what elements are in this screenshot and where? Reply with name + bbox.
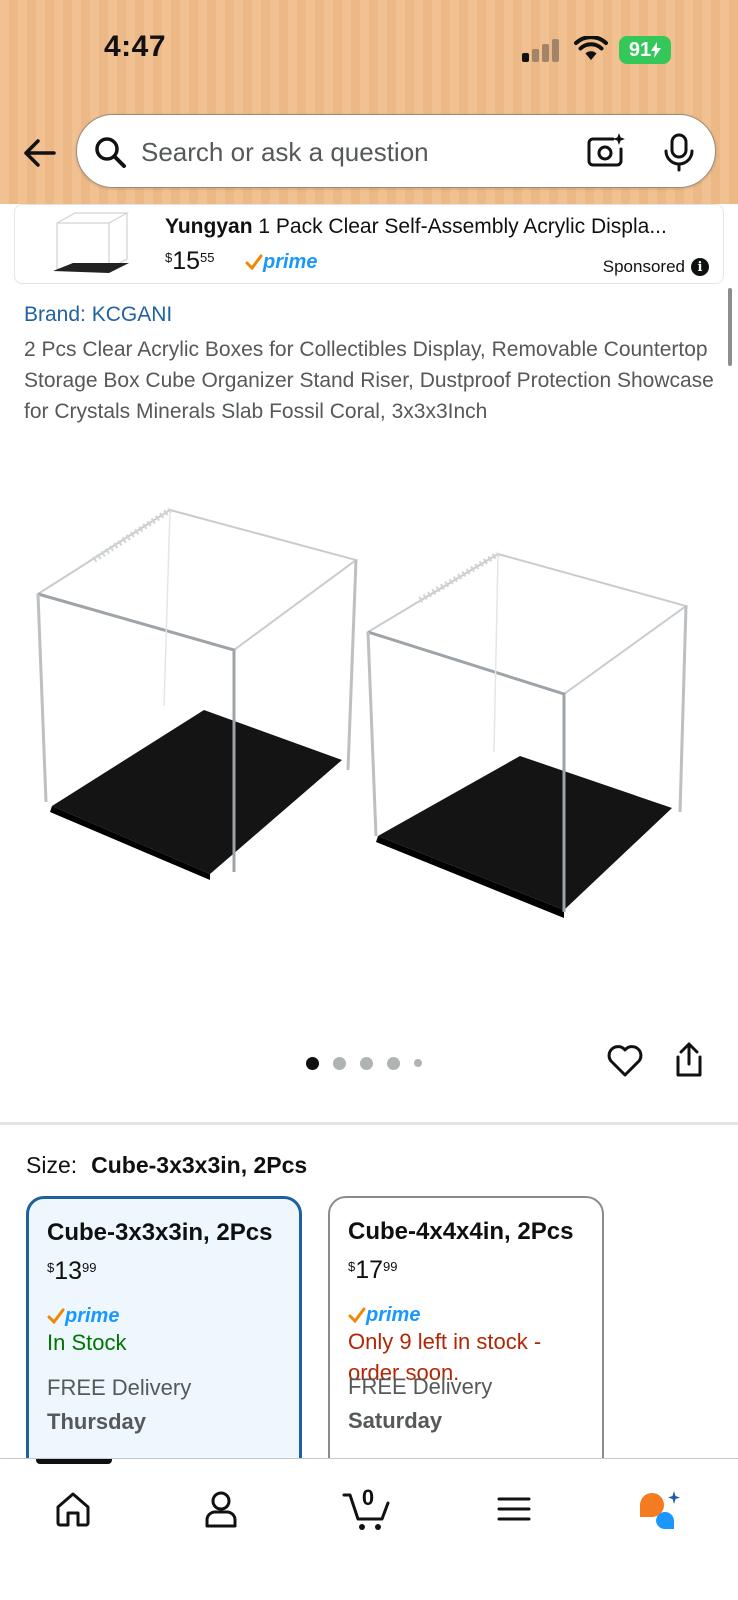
home-icon[interactable] <box>54 1489 92 1529</box>
microphone-icon[interactable] <box>661 131 697 173</box>
price-whole: 15 <box>172 247 201 275</box>
delivery-day: Saturday <box>348 1408 443 1433</box>
carousel-dot[interactable] <box>360 1056 373 1070</box>
carousel-dot[interactable] <box>306 1056 319 1070</box>
carousel-dot[interactable] <box>387 1056 400 1070</box>
search-icon <box>95 137 126 168</box>
prime-badge: prime <box>47 1305 119 1328</box>
cart-count: 0 <box>361 1485 375 1510</box>
scrollbar[interactable] <box>728 288 732 366</box>
price-currency: $ <box>165 250 173 265</box>
price-fraction: 99 <box>383 1259 398 1274</box>
stock-status: In Stock <box>47 1330 127 1355</box>
selected-size: Cube-3x3x3in, 2Pcs <box>91 1152 308 1178</box>
bottom-nav: 0 <box>0 1458 738 1600</box>
size-selector-label: Size: Cube-3x3x3in, 2Pcs <box>26 1152 307 1179</box>
size-option-name: Cube-3x3x3in, 2Pcs <box>47 1219 273 1246</box>
prime-label: prime <box>65 1305 120 1327</box>
status-time: 4:47 <box>104 30 167 63</box>
back-arrow-icon[interactable] <box>20 133 60 173</box>
prime-label: prime <box>263 251 318 273</box>
delivery-day: Thursday <box>47 1409 147 1434</box>
sponsored-title-text: 1 Pack Clear Self-Assembly Acrylic Displ… <box>258 215 667 238</box>
delivery-text: FREE Delivery <box>47 1375 192 1400</box>
image-carousel-dots[interactable] <box>306 1055 422 1071</box>
info-icon[interactable]: i <box>691 258 709 276</box>
left-cube-graphic <box>35 507 359 880</box>
prime-check-icon <box>348 1307 366 1324</box>
product-image[interactable] <box>24 480 714 960</box>
battery-indicator: 91 <box>619 36 671 64</box>
size-option-cube-3x3x3[interactable]: Cube-3x3x3in, 2Pcs $1399 prime In Stock … <box>26 1196 302 1476</box>
carousel-dot[interactable] <box>333 1056 346 1070</box>
header: 4:47 91 Search or ask a question <box>0 0 738 204</box>
share-icon[interactable] <box>674 1042 704 1078</box>
prime-check-icon <box>245 254 263 271</box>
charging-bolt-icon <box>651 42 662 58</box>
carousel-dot[interactable] <box>414 1059 422 1067</box>
sponsored-product-banner[interactable]: Yungyan 1 Pack Clear Self-Assembly Acryl… <box>14 204 724 284</box>
sponsored-price: $1555 <box>165 247 215 276</box>
prime-badge: prime <box>348 1304 420 1327</box>
battery-level: 91 <box>628 38 652 61</box>
price-currency: $ <box>47 1260 55 1275</box>
price-currency: $ <box>348 1259 356 1274</box>
section-divider <box>0 1122 738 1125</box>
brand-link[interactable]: Brand: KCGANI <box>24 303 172 327</box>
sponsored-label[interactable]: Sponsored i <box>603 257 709 277</box>
size-label: Size: <box>26 1152 78 1178</box>
account-icon[interactable] <box>202 1489 240 1529</box>
size-option-name: Cube-4x4x4in, 2Pcs <box>348 1218 574 1245</box>
prime-check-icon <box>47 1308 65 1325</box>
active-tab-indicator <box>36 1459 112 1464</box>
size-option-price: $1799 <box>348 1256 398 1285</box>
menu-icon[interactable] <box>496 1489 532 1529</box>
price-fraction: 99 <box>82 1260 97 1275</box>
prime-badge: prime <box>245 251 317 274</box>
wifi-icon <box>574 36 608 60</box>
product-title: 2 Pcs Clear Acrylic Boxes for Collectibl… <box>24 338 714 423</box>
search-input[interactable]: Search or ask a question <box>141 137 429 168</box>
cart-button[interactable]: 0 <box>342 1485 394 1533</box>
heart-icon[interactable] <box>606 1044 644 1078</box>
right-cube-graphic <box>365 551 689 918</box>
price-whole: 13 <box>54 1257 83 1285</box>
search-bar[interactable]: Search or ask a question <box>76 114 716 188</box>
cellular-signal-icon <box>522 38 560 62</box>
size-option-cube-4x4x4[interactable]: Cube-4x4x4in, 2Pcs $1799 prime Only 9 le… <box>328 1196 604 1476</box>
delivery-text: FREE Delivery <box>348 1374 493 1399</box>
prime-label: prime <box>366 1304 421 1326</box>
sponsored-brand: Yungyan <box>165 215 253 238</box>
price-whole: 17 <box>355 1256 384 1284</box>
camera-search-icon[interactable] <box>585 131 627 173</box>
sponsored-text: Sponsored <box>602 257 685 276</box>
size-option-price: $1399 <box>47 1257 97 1286</box>
sponsored-title[interactable]: Yungyan 1 Pack Clear Self-Assembly Acryl… <box>165 215 715 239</box>
sponsored-product-thumbnail <box>53 212 130 273</box>
screen: 4:47 91 Search or ask a question Yungyan… <box>0 0 738 1600</box>
rufus-assistant-icon[interactable] <box>636 1489 684 1533</box>
price-fraction: 55 <box>200 250 215 265</box>
